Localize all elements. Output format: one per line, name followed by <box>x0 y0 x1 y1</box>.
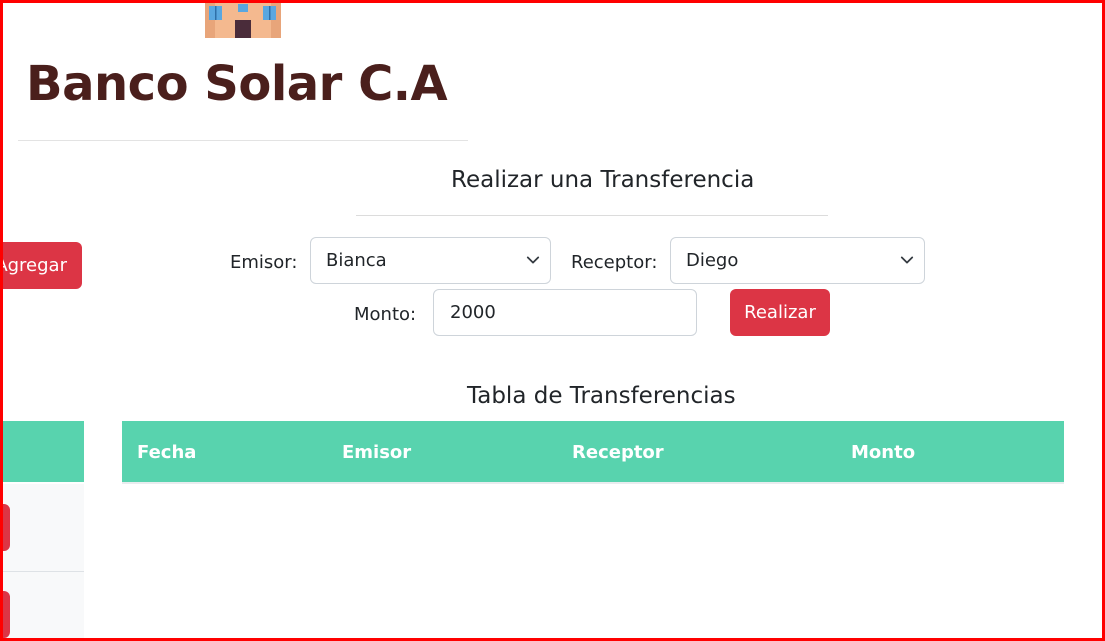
chevron-down-icon <box>526 256 540 264</box>
receiver-select[interactable]: Diego <box>670 237 925 284</box>
amount-label: Monto: <box>354 304 417 325</box>
submit-transfer-button[interactable]: Realizar <box>730 289 830 336</box>
building-icon <box>205 0 281 38</box>
table-row <box>0 572 84 641</box>
column-header-monto: Monto <box>851 442 916 463</box>
row-action-button[interactable] <box>0 591 10 638</box>
transfer-form-divider <box>356 215 828 216</box>
transfers-table-title: Tabla de Transferencias <box>467 383 736 409</box>
chevron-down-icon <box>900 256 914 264</box>
receiver-select-value: Diego <box>686 250 739 271</box>
add-button[interactable]: Agregar <box>0 242 82 289</box>
transfer-form-title: Realizar una Transferencia <box>451 167 755 193</box>
users-table-header <box>0 421 84 482</box>
column-header-emisor: Emisor <box>342 442 412 463</box>
sender-select[interactable]: Bianca <box>310 237 551 284</box>
column-header-fecha: Fecha <box>137 442 197 463</box>
column-header-receptor: Receptor <box>572 442 664 463</box>
header-divider <box>18 140 468 141</box>
row-action-button[interactable] <box>0 504 10 551</box>
amount-input[interactable]: 2000 <box>433 289 697 336</box>
sender-select-value: Bianca <box>326 250 387 271</box>
receiver-label: Receptor: <box>571 252 658 273</box>
brand-title: Banco Solar C.A <box>26 56 448 112</box>
transfers-table-header: Fecha Emisor Receptor Monto <box>122 421 1064 484</box>
table-row <box>0 484 84 572</box>
amount-input-value: 2000 <box>450 302 496 323</box>
sender-label: Emisor: <box>230 252 298 273</box>
